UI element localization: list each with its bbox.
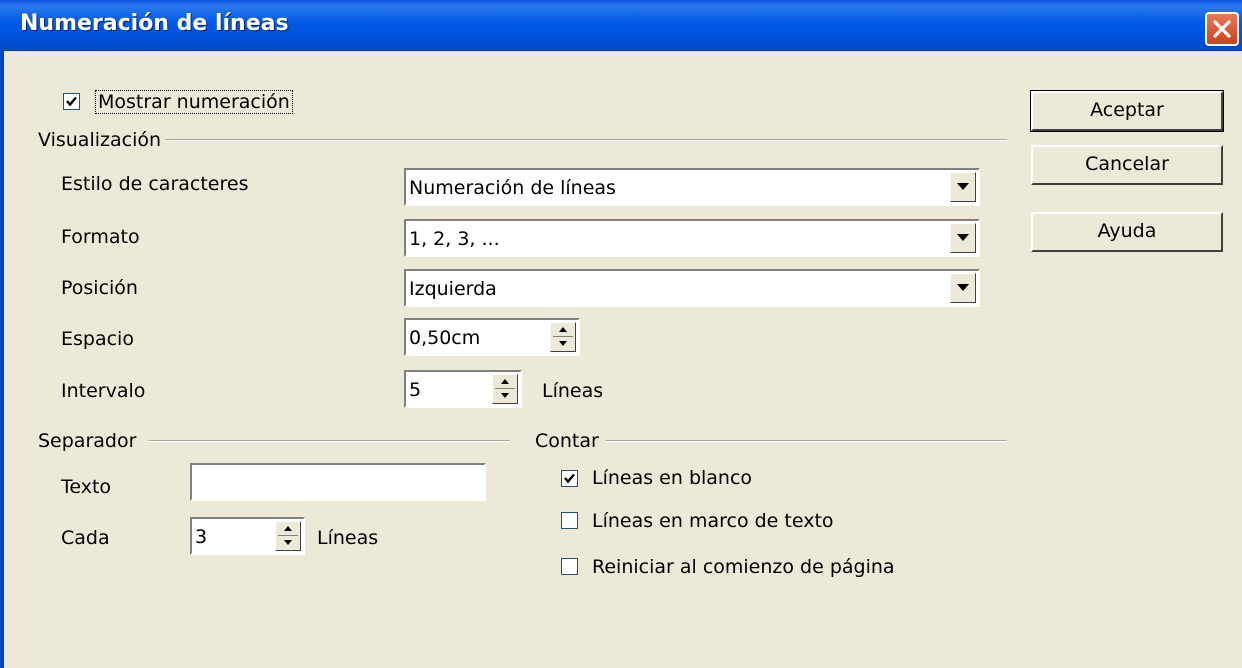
spin-up-icon (284, 526, 292, 531)
show-numbering-label: Mostrar numeración (95, 90, 293, 114)
interval-label: Intervalo (61, 380, 146, 402)
chevron-down-icon (957, 183, 969, 190)
count-divider (605, 440, 1007, 442)
title-bar: Numeración de líneas (0, 0, 1242, 51)
char-style-combo[interactable]: Numeración de líneas (404, 168, 980, 206)
every-label: Cada (61, 527, 110, 549)
restart-each-page-checkbox[interactable] (561, 558, 578, 575)
separator-text-label: Texto (61, 476, 112, 498)
check-icon (66, 96, 77, 107)
show-numbering-checkbox[interactable] (63, 93, 80, 110)
visualization-group-label: Visualización (38, 129, 162, 151)
interval-unit: Líneas (542, 380, 604, 402)
blank-lines-label: Líneas en blanco (592, 467, 753, 489)
format-dropdown-button[interactable] (950, 223, 976, 253)
format-combo[interactable]: 1, 2, 3, ... (404, 219, 980, 257)
every-value: 3 (195, 526, 208, 548)
position-value: Izquierda (409, 278, 497, 300)
window-frame (0, 51, 4, 668)
format-value: 1, 2, 3, ... (409, 228, 500, 250)
visualization-divider (165, 139, 1007, 141)
spin-down-icon (284, 540, 292, 545)
close-icon (1213, 20, 1231, 38)
spacing-label: Espacio (61, 328, 134, 350)
ok-button[interactable]: Aceptar (1030, 90, 1224, 132)
chevron-down-icon (957, 234, 969, 241)
restart-each-page-label: Reiniciar al comienzo de página (592, 556, 895, 578)
separator-divider (148, 440, 510, 442)
count-group-label: Contar (535, 430, 599, 452)
spacing-spinbox[interactable]: 0,50cm (404, 318, 580, 356)
spin-up-icon (501, 379, 509, 384)
position-label: Posición (61, 277, 138, 299)
spin-down-icon (501, 393, 509, 398)
close-button[interactable] (1205, 12, 1239, 46)
spacing-spin-buttons[interactable] (550, 322, 576, 352)
text-frame-lines-label: Líneas en marco de texto (592, 510, 834, 532)
char-style-label: Estilo de caracteres (61, 173, 249, 195)
char-style-value: Numeración de líneas (409, 177, 616, 199)
spin-down-icon (559, 341, 567, 346)
spin-up-icon (559, 327, 567, 332)
chevron-down-icon (957, 284, 969, 291)
interval-value: 5 (409, 379, 422, 401)
cancel-button[interactable]: Cancelar (1031, 145, 1223, 185)
position-dropdown-button[interactable] (950, 273, 976, 303)
help-button[interactable]: Ayuda (1031, 212, 1223, 252)
check-icon (564, 473, 575, 484)
spacing-value: 0,50cm (409, 327, 481, 349)
every-unit: Líneas (317, 527, 379, 549)
text-frame-lines-checkbox[interactable] (561, 512, 578, 529)
every-spinbox[interactable]: 3 (190, 517, 305, 555)
separator-group-label: Separador (38, 430, 137, 452)
format-label: Formato (61, 226, 140, 248)
char-style-dropdown-button[interactable] (950, 172, 976, 202)
window-title: Numeración de líneas (20, 11, 289, 36)
every-spin-buttons[interactable] (275, 521, 301, 551)
blank-lines-checkbox[interactable] (561, 470, 578, 487)
interval-spinbox[interactable]: 5 (404, 370, 522, 408)
interval-spin-buttons[interactable] (492, 374, 518, 404)
separator-text-input[interactable] (190, 463, 486, 501)
position-combo[interactable]: Izquierda (404, 269, 980, 307)
